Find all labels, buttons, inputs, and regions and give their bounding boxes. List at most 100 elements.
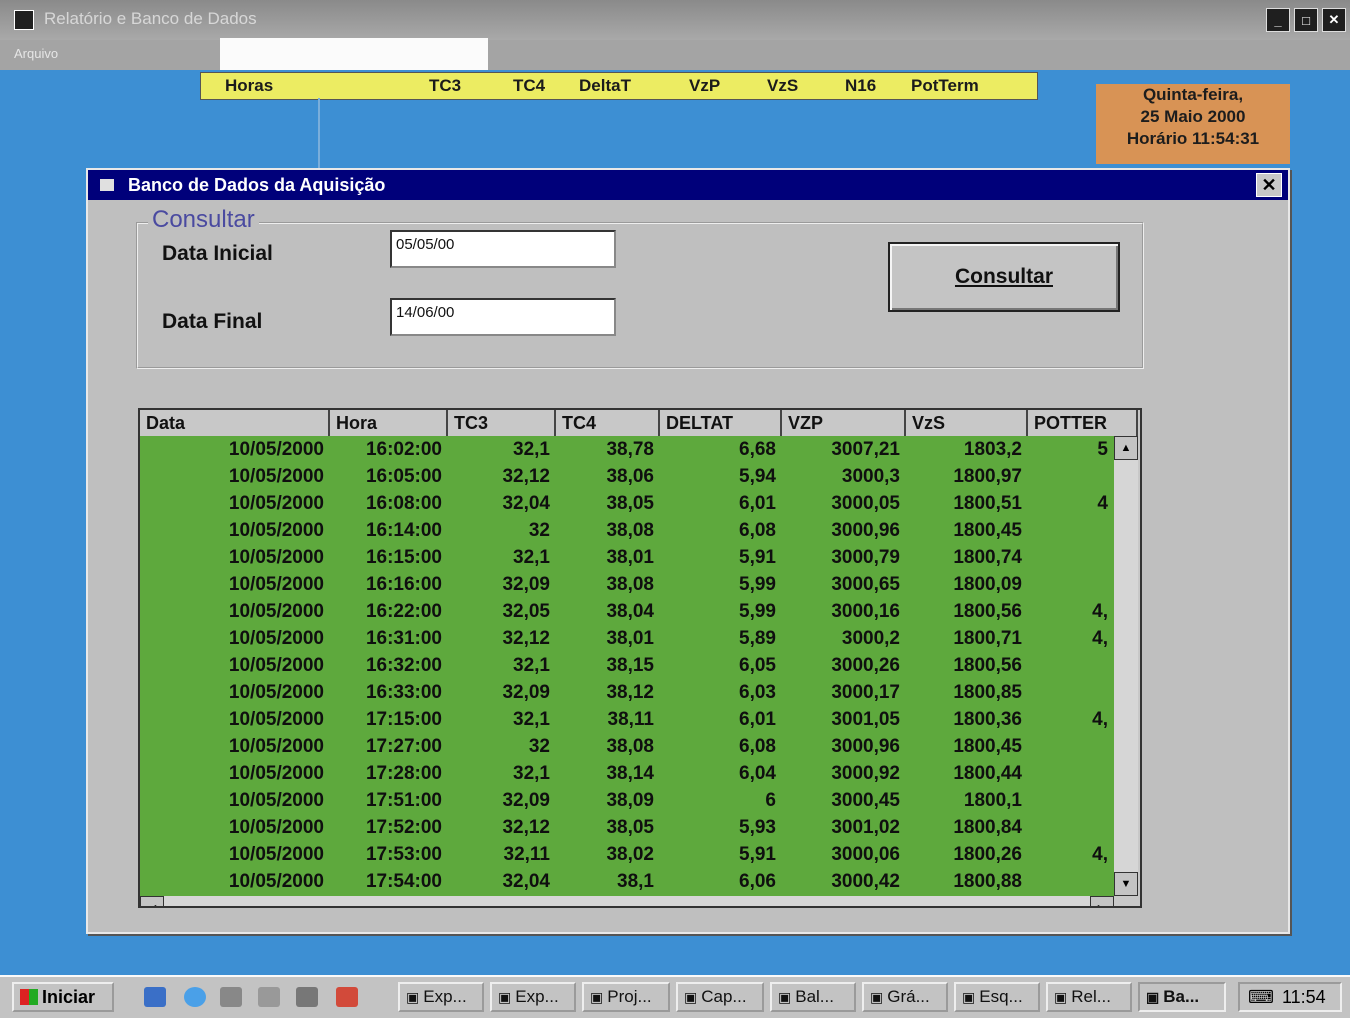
cell-data[interactable]: 10/05/2000 (140, 490, 330, 517)
cell-vzp[interactable]: 3000,26 (782, 652, 906, 679)
scroll-left-icon[interactable]: ◀ (140, 896, 164, 906)
cell-vzs[interactable]: 1800,71 (906, 625, 1028, 652)
consultar-button[interactable]: Consultar (888, 242, 1120, 312)
col-header-tc3[interactable]: TC3 (448, 410, 556, 436)
cell-tc4[interactable]: 38,08 (556, 517, 660, 544)
cell-data[interactable]: 10/05/2000 (140, 787, 330, 814)
cell-hora[interactable]: 17:27:00 (330, 733, 448, 760)
scroll-right-icon[interactable]: ▶ (1090, 896, 1114, 906)
quicklaunch-icon-6[interactable] (336, 987, 358, 1007)
cell-hora[interactable]: 16:15:00 (330, 544, 448, 571)
cell-data[interactable]: 10/05/2000 (140, 463, 330, 490)
col-header-tc4[interactable]: TC4 (556, 410, 660, 436)
cell-hora[interactable]: 17:52:00 (330, 814, 448, 841)
cell-vzp[interactable]: 3000,45 (782, 787, 906, 814)
cell-data[interactable]: 10/05/2000 (140, 598, 330, 625)
cell-deltat[interactable]: 5,89 (660, 625, 782, 652)
cell-vzp[interactable]: 3000,3 (782, 463, 906, 490)
cell-vzs[interactable]: 1800,36 (906, 706, 1028, 733)
cell-vzs[interactable]: 1800,56 (906, 652, 1028, 679)
cell-vzs[interactable]: 1800,56 (906, 598, 1028, 625)
cell-tc3[interactable]: 32,11 (448, 841, 556, 868)
cell-deltat[interactable]: 6,68 (660, 436, 782, 463)
cell-deltat[interactable]: 6,03 (660, 679, 782, 706)
cell-potter[interactable] (1028, 463, 1114, 490)
table-row[interactable]: 10/05/2000 16:16:00 32,09 38,08 5,99 3000,65 1… (140, 571, 1114, 598)
cell-deltat[interactable]: 6 (660, 787, 782, 814)
cell-potter[interactable] (1028, 571, 1114, 598)
cell-vzp[interactable]: 3000,96 (782, 517, 906, 544)
col-header-hora[interactable]: Hora (330, 410, 448, 436)
cell-vzs[interactable]: 1800,45 (906, 733, 1028, 760)
cell-vzp[interactable]: 3000,96 (782, 733, 906, 760)
cell-hora[interactable]: 16:02:00 (330, 436, 448, 463)
cell-deltat[interactable]: 6,08 (660, 517, 782, 544)
minimize-button[interactable]: _ (1266, 8, 1290, 32)
start-date-input[interactable]: 05/05/00 (390, 230, 616, 268)
cell-vzs[interactable]: 1800,44 (906, 760, 1028, 787)
cell-deltat[interactable]: 6,06 (660, 868, 782, 895)
cell-tc4[interactable]: 38,09 (556, 787, 660, 814)
cell-potter[interactable] (1028, 544, 1114, 571)
cell-tc4[interactable]: 38,05 (556, 814, 660, 841)
cell-deltat[interactable]: 5,91 (660, 841, 782, 868)
maximize-button[interactable]: □ (1294, 8, 1318, 32)
cell-tc3[interactable]: 32 (448, 517, 556, 544)
cell-tc3[interactable]: 32,09 (448, 571, 556, 598)
quicklaunch-icon-1[interactable] (144, 987, 166, 1007)
start-button[interactable]: Iniciar (12, 982, 114, 1012)
cell-deltat[interactable]: 6,05 (660, 652, 782, 679)
col-header-deltat[interactable]: DELTAT (660, 410, 782, 436)
cell-deltat[interactable]: 5,93 (660, 814, 782, 841)
cell-tc3[interactable]: 32,04 (448, 490, 556, 517)
dialog-close-button[interactable]: ✕ (1256, 173, 1282, 197)
cell-hora[interactable]: 16:14:00 (330, 517, 448, 544)
cell-tc4[interactable]: 38,12 (556, 679, 660, 706)
cell-deltat[interactable]: 5,99 (660, 598, 782, 625)
cell-tc3[interactable]: 32,04 (448, 868, 556, 895)
cell-tc3[interactable]: 32,1 (448, 544, 556, 571)
close-button[interactable]: ✕ (1322, 8, 1346, 32)
cell-hora[interactable]: 16:05:00 (330, 463, 448, 490)
task-button-exp-2[interactable]: ▣ Exp... (490, 982, 576, 1012)
dialog-title-bar[interactable]: Banco de Dados da Aquisição ✕ (88, 170, 1288, 200)
cell-data[interactable]: 10/05/2000 (140, 733, 330, 760)
cell-potter[interactable] (1028, 868, 1114, 895)
table-row[interactable]: 10/05/2000 16:02:00 32,1 38,78 6,68 3007,21 18… (140, 436, 1114, 463)
cell-tc3[interactable]: 32,09 (448, 787, 556, 814)
cell-data[interactable]: 10/05/2000 (140, 544, 330, 571)
cell-vzs[interactable]: 1800,51 (906, 490, 1028, 517)
col-header-data[interactable]: Data (140, 410, 330, 436)
cell-hora[interactable]: 17:51:00 (330, 787, 448, 814)
cell-data[interactable]: 10/05/2000 (140, 517, 330, 544)
cell-tc4[interactable]: 38,02 (556, 841, 660, 868)
cell-vzs[interactable]: 1800,88 (906, 868, 1028, 895)
cell-data[interactable]: 10/05/2000 (140, 760, 330, 787)
scroll-up-icon[interactable]: ▲ (1114, 436, 1138, 460)
task-button-proj[interactable]: ▣ Proj... (582, 982, 670, 1012)
quicklaunch-icon-3[interactable] (220, 987, 242, 1007)
cell-deltat[interactable]: 6,01 (660, 706, 782, 733)
cell-hora[interactable]: 16:16:00 (330, 571, 448, 598)
menu-arquivo[interactable]: Arquivo (14, 46, 58, 61)
cell-hora[interactable]: 17:15:00 (330, 706, 448, 733)
cell-vzs[interactable]: 1800,45 (906, 517, 1028, 544)
col-header-vzs[interactable]: VzS (906, 410, 1028, 436)
cell-data[interactable]: 10/05/2000 (140, 679, 330, 706)
col-header-vzp[interactable]: VZP (782, 410, 906, 436)
cell-hora[interactable]: 17:28:00 (330, 760, 448, 787)
data-grid[interactable]: Data Hora TC3 TC4 DELTAT VZP VzS POTTER … (138, 408, 1142, 908)
cell-tc3[interactable]: 32,1 (448, 706, 556, 733)
task-button-gra[interactable]: ▣ Grá... (862, 982, 948, 1012)
quicklaunch-icon-4[interactable] (258, 987, 280, 1007)
cell-deltat[interactable]: 5,91 (660, 544, 782, 571)
cell-hora[interactable]: 16:32:00 (330, 652, 448, 679)
cell-tc4[interactable]: 38,04 (556, 598, 660, 625)
scroll-down-icon[interactable]: ▼ (1114, 872, 1138, 896)
cell-potter[interactable]: 4, (1028, 625, 1114, 652)
cell-tc4[interactable]: 38,1 (556, 868, 660, 895)
table-row[interactable]: 10/05/2000 16:33:00 32,09 38,12 6,03 3000,17 1… (140, 679, 1114, 706)
table-row[interactable]: 10/05/2000 17:15:00 32,1 38,11 6,01 3001,05 18… (140, 706, 1114, 733)
table-row[interactable]: 10/05/2000 17:27:00 32 38,08 6,08 3000,96 1800… (140, 733, 1114, 760)
cell-tc4[interactable]: 38,78 (556, 436, 660, 463)
